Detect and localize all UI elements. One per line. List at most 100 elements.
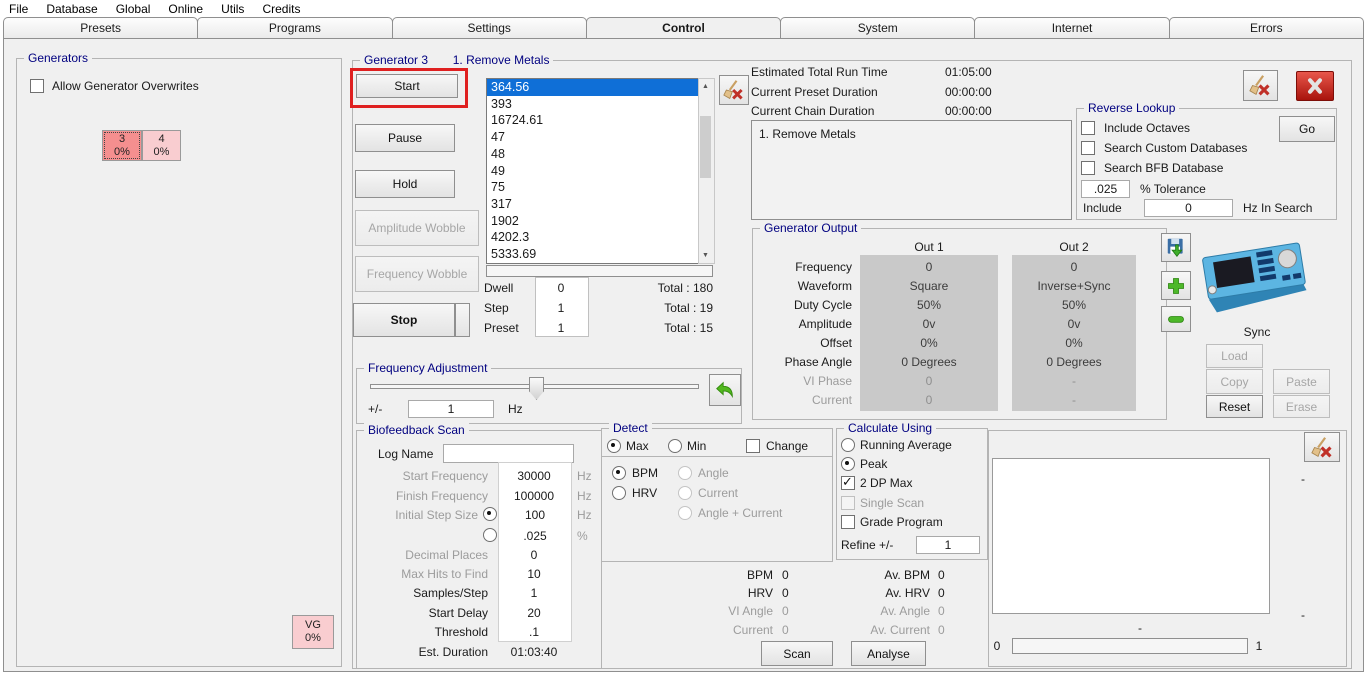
tolerance-field[interactable]: .025: [1081, 180, 1130, 198]
detect-max-radio[interactable]: [607, 439, 621, 453]
frequency-wobble-button[interactable]: Frequency Wobble: [355, 256, 479, 292]
frequency-list-item[interactable]: 4202.3: [487, 229, 699, 246]
menu-item-credits[interactable]: Credits: [253, 0, 309, 18]
frequency-list[interactable]: 364.56 393 16724.61 47 48 49 75 317 1902…: [486, 78, 700, 264]
frequency-list-item[interactable]: 1902: [487, 213, 699, 230]
detect-hrv-radio[interactable]: [612, 486, 626, 500]
include-octaves-checkbox[interactable]: [1081, 121, 1095, 135]
erase-button[interactable]: Erase: [1273, 395, 1330, 418]
detect-current-label: Current: [698, 486, 738, 500]
threshold-value[interactable]: .1: [498, 625, 570, 639]
current-reading-value: 0: [782, 623, 789, 637]
frequency-adjustment-reset-button[interactable]: [709, 374, 741, 406]
go-button[interactable]: Go: [1279, 116, 1335, 142]
step-size-percent-radio[interactable]: [483, 528, 497, 542]
vg-button[interactable]: VG 0%: [292, 615, 334, 649]
detect-angle-current-radio[interactable]: [678, 506, 692, 520]
detect-current-radio[interactable]: [678, 486, 692, 500]
frequency-list-item[interactable]: 16724.61: [487, 112, 699, 129]
reset-button[interactable]: Reset: [1206, 395, 1263, 418]
clear-log-button[interactable]: [1243, 70, 1278, 101]
preset-value[interactable]: 1: [535, 321, 587, 335]
frequency-list-item[interactable]: 49: [487, 163, 699, 180]
tab-errors[interactable]: Errors: [1169, 17, 1364, 38]
frequency-list-item[interactable]: 5333.69: [487, 246, 699, 263]
amplitude-wobble-button[interactable]: Amplitude Wobble: [355, 210, 479, 246]
add-button[interactable]: [1161, 271, 1191, 300]
pause-button[interactable]: Pause: [355, 124, 455, 152]
menu-item-online[interactable]: Online: [159, 0, 212, 18]
step-value[interactable]: 1: [535, 301, 587, 315]
copy-button[interactable]: Copy: [1206, 369, 1263, 394]
frequency-list-scrollbar[interactable]: ▲ ▼: [698, 78, 715, 264]
search-custom-databases-checkbox[interactable]: [1081, 141, 1095, 155]
finish-frequency-label: Finish Frequency: [360, 489, 488, 503]
max-hits-value[interactable]: 10: [498, 567, 570, 581]
scan-button[interactable]: Scan: [761, 641, 833, 666]
include-hz-field[interactable]: 0: [1144, 199, 1233, 217]
clear-frequency-list-button[interactable]: [719, 75, 749, 105]
single-scan-checkbox[interactable]: [841, 496, 855, 510]
dp-max-checkbox[interactable]: [841, 476, 855, 490]
scroll-up-icon[interactable]: ▲: [699, 79, 712, 94]
start-delay-value[interactable]: 20: [498, 606, 570, 620]
initial-step-size-value[interactable]: 100: [500, 508, 570, 522]
samples-step-value[interactable]: 1: [498, 586, 570, 600]
peak-radio[interactable]: [841, 457, 855, 471]
adjustment-value-field[interactable]: 1: [408, 400, 494, 418]
detect-bpm-radio[interactable]: [612, 466, 626, 480]
scrollbar-thumb[interactable]: [700, 116, 711, 178]
refine-value-field[interactable]: 1: [916, 536, 980, 554]
tab-presets[interactable]: Presets: [3, 17, 198, 38]
log-name-field[interactable]: [443, 444, 574, 463]
scroll-down-icon[interactable]: ▼: [699, 248, 712, 263]
clear-results-button[interactable]: [1304, 432, 1340, 462]
hold-button[interactable]: Hold: [355, 170, 455, 198]
decimal-places-value[interactable]: 0: [498, 548, 570, 562]
frequency-list-item[interactable]: 364.56: [487, 79, 699, 96]
save-settings-button[interactable]: [1161, 233, 1191, 262]
tab-system[interactable]: System: [780, 17, 975, 38]
frequency-list-item[interactable]: 75: [487, 179, 699, 196]
frequency-list-item[interactable]: 47: [487, 129, 699, 146]
detect-angle-radio[interactable]: [678, 466, 692, 480]
chain-list[interactable]: 1. Remove Metals: [751, 120, 1072, 220]
calculate-using-title: Calculate Using: [844, 421, 936, 435]
tab-control[interactable]: Control: [586, 17, 781, 38]
refine-label: Refine +/-: [841, 538, 893, 552]
frequency-list-item[interactable]: 317: [487, 196, 699, 213]
paste-button[interactable]: Paste: [1273, 369, 1330, 394]
detect-change-checkbox[interactable]: [746, 439, 760, 453]
stop-button[interactable]: Stop: [353, 303, 455, 337]
menu-item-database[interactable]: Database: [37, 0, 106, 18]
load-button[interactable]: Load: [1206, 344, 1263, 368]
max-hits-label: Max Hits to Find: [360, 567, 488, 581]
finish-frequency-value[interactable]: 100000: [498, 489, 570, 503]
remove-button[interactable]: [1161, 306, 1191, 332]
detect-min-radio[interactable]: [668, 439, 682, 453]
tab-programs[interactable]: Programs: [197, 17, 392, 38]
tab-settings[interactable]: Settings: [392, 17, 587, 38]
allow-generator-overwrites-checkbox[interactable]: [30, 79, 44, 93]
running-average-radio[interactable]: [841, 438, 855, 452]
menu-item-utils[interactable]: Utils: [212, 0, 253, 18]
tab-internet[interactable]: Internet: [974, 17, 1169, 38]
generator-3-button[interactable]: 3 0%: [102, 130, 142, 161]
generator-4-button[interactable]: 4 0%: [142, 130, 181, 161]
menu-item-global[interactable]: Global: [107, 0, 160, 18]
frequency-list-item[interactable]: 48: [487, 146, 699, 163]
grade-program-checkbox[interactable]: [841, 515, 855, 529]
exit-button[interactable]: [1296, 71, 1334, 101]
dwell-value[interactable]: 0: [535, 281, 587, 295]
start-button[interactable]: Start: [356, 74, 458, 98]
results-listbox[interactable]: [992, 458, 1270, 614]
chain-list-item[interactable]: 1. Remove Metals: [759, 127, 856, 141]
frequency-list-item[interactable]: 393: [487, 96, 699, 113]
av-bpm-value: 0: [938, 568, 945, 582]
step-size-percent-value[interactable]: .025: [500, 529, 570, 543]
start-frequency-value[interactable]: 30000: [498, 469, 570, 483]
analyse-button[interactable]: Analyse: [851, 641, 926, 666]
search-bfb-database-checkbox[interactable]: [1081, 161, 1095, 175]
menu-item-file[interactable]: File: [0, 0, 37, 18]
step-size-hz-radio[interactable]: [483, 507, 497, 521]
